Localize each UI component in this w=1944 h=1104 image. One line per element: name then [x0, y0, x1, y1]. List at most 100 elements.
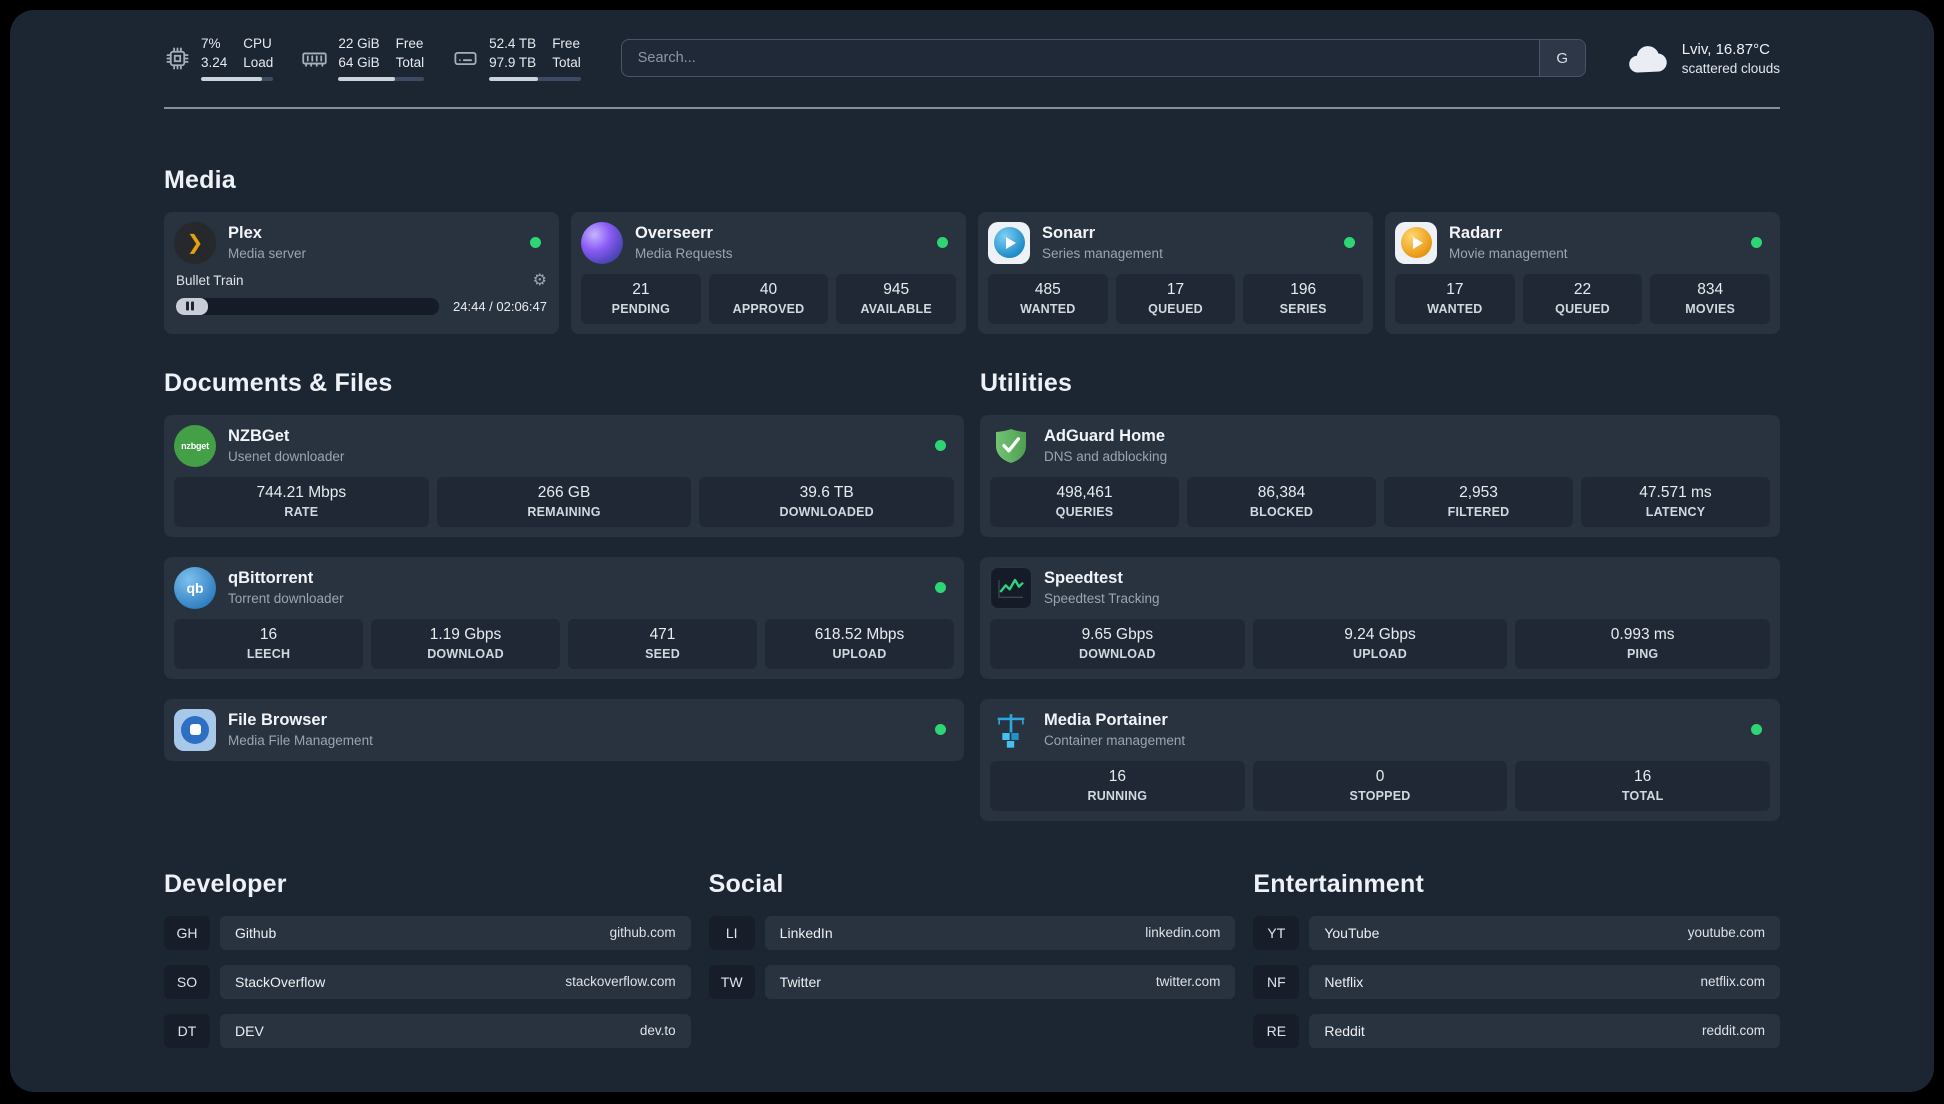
status-dot [1344, 237, 1355, 249]
stat-tile: 21 PENDING [581, 273, 701, 324]
stat-value: 16 [1108, 767, 1126, 785]
bookmark-abbr: TW [708, 964, 755, 999]
portainer-crane-icon [990, 709, 1032, 751]
app-subtitle: Media server [228, 246, 307, 262]
disk-free-label: Free [552, 36, 580, 51]
stat-value: 744.21 Mbps [256, 483, 347, 501]
bookmark-dev[interactable]: DT DEV dev.to [164, 1013, 691, 1048]
overseerr-card[interactable]: Overseerr Media Requests 21 PENDING 40 A… [571, 211, 966, 334]
stat-tile: 945 AVAILABLE [836, 273, 957, 324]
disk-free: 52.4 TB [489, 36, 537, 51]
bookmark-youtube[interactable]: YT YouTube youtube.com [1253, 915, 1781, 950]
disk-widget: 52.4 TB Free 97.9 TB Total [452, 36, 581, 81]
app-name: Overseerr [635, 224, 713, 243]
status-dot [937, 237, 948, 249]
stat-tile: 0.993 ms PING [1515, 618, 1771, 669]
stat-value: 16 [259, 625, 278, 643]
stat-value: 40 [759, 280, 778, 298]
stat-label: PING [1626, 646, 1659, 661]
bookmark-name: LinkedIn [779, 924, 833, 941]
app-subtitle: Media Requests [635, 246, 733, 262]
filebrowser-card[interactable]: File Browser Media File Management [164, 698, 964, 761]
disk-stats: 52.4 TB Free 97.9 TB Total [489, 36, 581, 81]
memory-icon [301, 45, 328, 72]
stat-label: TOTAL [1621, 788, 1664, 803]
app-subtitle: DNS and adblocking [1044, 449, 1168, 465]
section-title-developer: Developer [164, 869, 287, 898]
stat-value: 39.6 TB [799, 483, 854, 501]
cpu-load-avg: 3.24 [201, 54, 228, 70]
stat-value: 0.993 ms [1610, 625, 1675, 643]
stat-label: RUNNING [1087, 788, 1148, 803]
adguard-shield-icon [990, 425, 1032, 467]
section-title-entertainment: Entertainment [1253, 869, 1425, 898]
disk-total: 97.9 TB [489, 54, 537, 70]
cloud-icon [1626, 41, 1670, 75]
stat-tile: 9.65 Gbps DOWNLOAD [990, 618, 1245, 669]
weather-location: Lviv, 16.87°C [1681, 40, 1770, 58]
stat-value: 945 [883, 280, 910, 298]
radarr-card[interactable]: Radarr Movie management 17 WANTED 22 QUE… [1385, 211, 1780, 334]
plex-card[interactable]: ❯ Plex Media server Bullet Train ⚙ 24:44… [164, 211, 559, 334]
stat-tile: 0 STOPPED [1252, 760, 1508, 811]
stat-label: MOVIES [1685, 301, 1736, 316]
stat-tile: 2,953 FILTERED [1384, 476, 1573, 527]
bookmark-domain: twitter.com [1155, 974, 1221, 990]
stat-label: QUERIES [1055, 504, 1114, 519]
stat-value: 86,384 [1257, 483, 1306, 501]
search-bar: G [620, 39, 1586, 78]
bookmark-linkedin[interactable]: LI LinkedIn linkedin.com [708, 915, 1236, 950]
disk-usage-bar [489, 76, 581, 81]
stat-tile: 47.571 ms LATENCY [1581, 476, 1770, 527]
documents-files-section: Documents & Files nzbget NZBGet Usenet d… [164, 368, 964, 821]
playback-progress-bar[interactable] [176, 297, 440, 315]
section-title-social: Social [708, 869, 784, 898]
developer-section: Developer GH Github github.com SO StackO… [164, 869, 691, 1048]
app-name: Sonarr [1042, 224, 1096, 243]
bookmark-name: DEV [235, 1022, 264, 1039]
bookmark-twitter[interactable]: TW Twitter twitter.com [708, 964, 1236, 999]
sonarr-card[interactable]: Sonarr Series management 485 WANTED 17 Q… [978, 211, 1373, 334]
stat-tile: 196 SERIES [1243, 273, 1364, 324]
bookmark-netflix[interactable]: NF Netflix netflix.com [1253, 964, 1781, 999]
bookmark-abbr: RE [1253, 1013, 1300, 1048]
nzbget-card[interactable]: nzbget NZBGet Usenet downloader 744.21 M… [164, 414, 964, 537]
plex-chevron-glyph: ❯ [186, 232, 204, 255]
stat-value: 9.24 Gbps [1344, 625, 1416, 643]
stat-tile: 9.24 Gbps UPLOAD [1252, 618, 1508, 669]
gear-icon[interactable]: ⚙ [533, 272, 547, 289]
stat-label: DOWNLOAD [1079, 646, 1156, 661]
portainer-card[interactable]: Media Portainer Container management 16 … [980, 698, 1780, 821]
stat-label: WANTED [1020, 301, 1076, 316]
bookmark-stackoverflow[interactable]: SO StackOverflow stackoverflow.com [164, 964, 691, 999]
bookmark-abbr: DT [164, 1013, 210, 1048]
bookmark-reddit[interactable]: RE Reddit reddit.com [1253, 1013, 1781, 1048]
bookmark-domain: youtube.com [1687, 925, 1766, 941]
app-subtitle: Movie management [1449, 246, 1568, 262]
nzbget-icon: nzbget [174, 424, 216, 467]
app-subtitle: Media File Management [228, 733, 373, 749]
adguard-card[interactable]: AdGuard Home DNS and adblocking 498,461 … [980, 414, 1780, 537]
search-input[interactable] [621, 40, 1539, 77]
bookmark-github[interactable]: GH Github github.com [164, 915, 691, 950]
pause-icon[interactable] [186, 301, 194, 311]
app-subtitle: Torrent downloader [228, 591, 344, 607]
stat-label: AVAILABLE [860, 301, 932, 316]
stat-label: BLOCKED [1249, 504, 1314, 519]
app-name: Media Portainer [1044, 711, 1168, 730]
stat-value: 834 [1697, 280, 1724, 298]
cpu-widget: 7% CPU 3.24 Load [164, 36, 274, 81]
plex-icon: ❯ [174, 221, 216, 264]
section-title-utilities: Utilities [980, 368, 1073, 397]
bookmark-name: YouTube [1324, 924, 1380, 941]
stat-label: DOWNLOADED [779, 504, 874, 519]
speedtest-card[interactable]: Speedtest Speedtest Tracking 9.65 Gbps D… [980, 556, 1780, 679]
search-engine-button[interactable]: G [1538, 40, 1585, 77]
stat-label: SERIES [1279, 301, 1327, 316]
bookmark-abbr: YT [1253, 915, 1300, 950]
cpu-label: CPU [243, 36, 272, 51]
memory-free: 22 GiB [338, 36, 380, 51]
bookmark-name: Twitter [779, 973, 821, 990]
qbittorrent-card[interactable]: qb qBittorrent Torrent downloader 16 LEE… [164, 556, 964, 679]
nzbget-icon-label: nzbget [181, 440, 209, 451]
